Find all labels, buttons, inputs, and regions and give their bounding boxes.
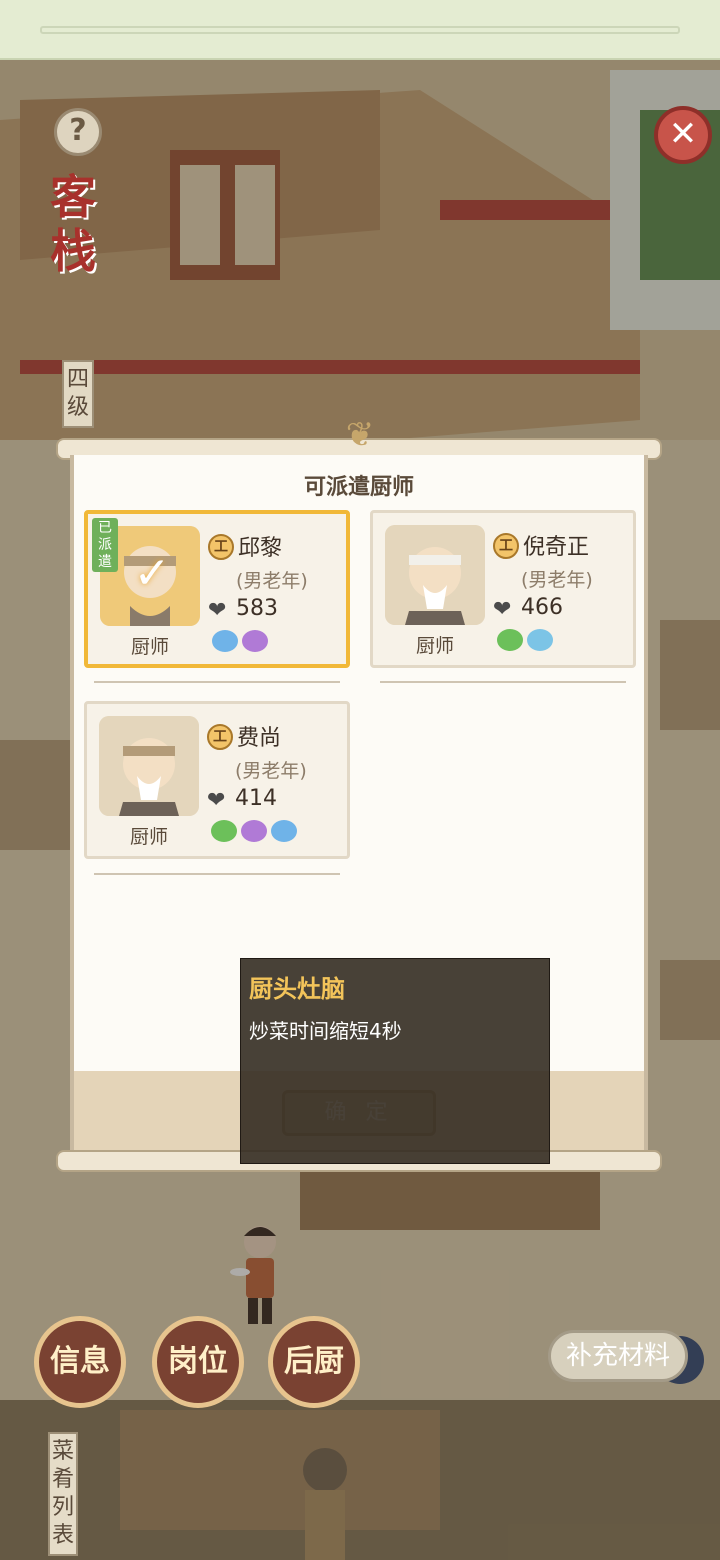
- fish-skill-icon[interactable]: [271, 820, 297, 842]
- info-button[interactable]: 信息: [34, 1316, 126, 1408]
- chef-portrait: [99, 716, 199, 816]
- dish-list-button[interactable]: 菜肴列表: [48, 1432, 78, 1556]
- chef-name: 费尚: [237, 726, 282, 751]
- question-icon: ?: [69, 113, 87, 148]
- card-divider: [380, 681, 626, 683]
- chef-profile: (男老年): [236, 570, 308, 592]
- spoon-skill-icon[interactable]: [527, 629, 553, 651]
- panel-title: 可派遣厨师: [303, 475, 414, 500]
- supply-materials-button[interactable]: 补充材料: [548, 1330, 688, 1382]
- position-button[interactable]: 岗位: [152, 1316, 244, 1408]
- chef-profile: (男老年): [521, 569, 593, 591]
- worker-badge-icon: 工: [207, 724, 233, 750]
- muscle-skill-icon[interactable]: [211, 820, 237, 842]
- skill-power-icon: ❤: [207, 788, 226, 813]
- close-icon: ✕: [668, 114, 698, 154]
- skill-power-icon: ❤: [493, 597, 512, 622]
- checkmark-icon: ✓: [133, 548, 171, 599]
- tooltip-description: 炒菜时间缩短4秒: [249, 1019, 402, 1043]
- old-chef-portrait-icon: [99, 716, 199, 816]
- worker-badge-icon: 工: [208, 534, 234, 560]
- skill-tooltip: 厨头灶脑 炒菜时间缩短4秒: [240, 958, 550, 1164]
- chef-score: 466: [521, 595, 563, 620]
- tooltip-title: 厨头灶脑: [249, 974, 345, 1003]
- knot-ornament-icon: ❦: [345, 415, 375, 455]
- skill-icons: [497, 629, 557, 655]
- banner-ornament: [40, 26, 680, 34]
- help-button[interactable]: ?: [54, 108, 102, 156]
- chef-score: 583: [236, 596, 278, 621]
- chef-portrait: [385, 525, 485, 625]
- chef-job: 厨师: [415, 635, 454, 657]
- chef-card[interactable]: ✓ 已派遣 厨师 工 邱黎 (男老年) ❤ 583: [84, 510, 350, 668]
- chef-score: 414: [235, 786, 277, 811]
- chef-profile: (男老年): [235, 760, 307, 782]
- chef-card[interactable]: 厨师 工 倪奇正 (男老年) ❤ 466: [370, 510, 636, 668]
- card-divider: [94, 873, 340, 875]
- card-divider: [94, 681, 340, 683]
- chef-job: 厨师: [130, 636, 169, 658]
- chef-name: 倪奇正: [523, 535, 590, 560]
- pot-skill-icon[interactable]: [497, 629, 523, 651]
- skill-icons: [212, 630, 272, 656]
- fish-skill-icon[interactable]: [212, 630, 238, 652]
- kitchen-button[interactable]: 后厨: [268, 1316, 360, 1408]
- inn-level-label: 四级: [62, 360, 94, 428]
- chef-job: 厨师: [129, 826, 168, 848]
- worker-badge-icon: 工: [493, 533, 519, 559]
- old-chef-portrait-icon: [385, 525, 485, 625]
- inn-title: 客栈: [50, 170, 96, 278]
- skill-icons: [211, 820, 301, 846]
- chef-name: 邱黎: [238, 536, 283, 561]
- chef-card[interactable]: 厨师 工 费尚 (男老年) ❤ 414: [84, 701, 350, 859]
- pot-skill-icon[interactable]: [242, 630, 268, 652]
- skill-power-icon: ❤: [208, 598, 227, 623]
- close-button[interactable]: ✕: [654, 106, 712, 164]
- dispatched-tag: 已派遣: [92, 518, 118, 572]
- top-banner: [0, 0, 720, 60]
- spoon-skill-icon[interactable]: [241, 820, 267, 842]
